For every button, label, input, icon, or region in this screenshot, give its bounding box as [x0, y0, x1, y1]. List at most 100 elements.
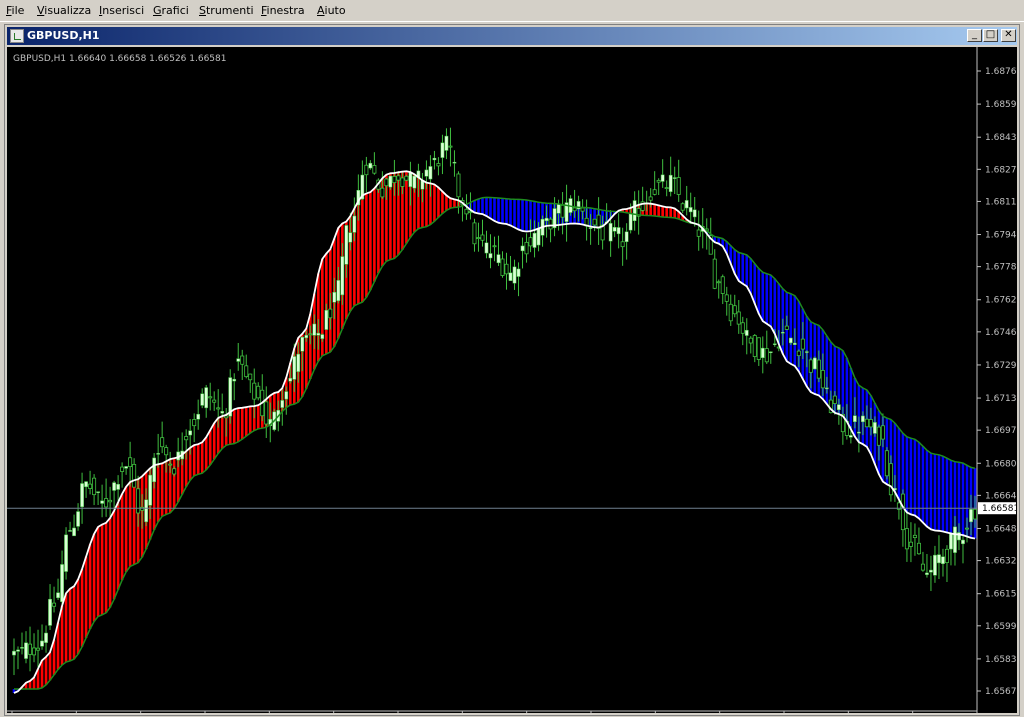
candle-body-bull — [148, 474, 152, 506]
minimize-icon[interactable]: _ — [967, 29, 982, 42]
candle-body-bear — [256, 385, 261, 399]
candle-body-bull — [200, 393, 205, 406]
candle-body-bull — [60, 564, 64, 602]
candle-body-bull — [672, 177, 677, 179]
candle-body-bull — [953, 526, 957, 553]
candle-body-bear — [448, 145, 453, 148]
candle-body-bull — [536, 228, 541, 246]
candle-body-bull — [925, 572, 929, 575]
candle-body-bull — [288, 377, 293, 382]
candle-body-bear — [944, 548, 949, 563]
candle-body-bear — [800, 338, 805, 350]
candle-body-bear — [904, 528, 909, 550]
candle-body-bear — [920, 563, 925, 571]
candle-body-bear — [492, 245, 497, 248]
candle-body-bull — [684, 200, 689, 209]
candle-body-bear — [748, 337, 753, 344]
candle-body-bear — [32, 647, 37, 656]
candle-body-bear — [36, 647, 41, 651]
close-icon[interactable]: ✕ — [1001, 29, 1016, 42]
menu-strumenti[interactable]: Strumenti — [199, 4, 254, 17]
candle-body-bear — [132, 463, 137, 488]
candle-body-bull — [124, 466, 128, 469]
y-tick-label: 1.67620 — [985, 296, 1017, 306]
candle-body-bull — [616, 227, 621, 235]
candle-body-bear — [104, 498, 109, 508]
candle-body-bull — [324, 310, 329, 330]
candle-body-bull — [768, 351, 773, 354]
candle-body-bear — [500, 258, 505, 276]
candle-body-bear — [28, 643, 33, 655]
candle-body-bull — [196, 413, 201, 420]
candle-body-bull — [232, 378, 237, 382]
candle-body-bull — [804, 351, 809, 353]
candle-body-bull — [532, 232, 537, 248]
candle-body-bull — [520, 245, 525, 252]
candle-body-bear — [164, 447, 169, 456]
candle-body-bull — [56, 592, 60, 599]
y-tick-label: 1.66155 — [985, 590, 1017, 600]
y-tick-label: 1.67460 — [985, 328, 1017, 338]
candle-body-bull — [316, 332, 321, 336]
restore-icon[interactable]: □ — [983, 29, 998, 42]
candle-body-bear — [756, 337, 761, 360]
candle-body-bear — [796, 350, 801, 357]
y-tick-label: 1.65670 — [985, 687, 1017, 697]
candle-body-bear — [468, 211, 473, 214]
candle-body-bull — [388, 175, 393, 188]
candle-body-bear — [172, 468, 177, 475]
candle-body-bull — [824, 387, 829, 390]
price-chart[interactable]: 1.68760 1.68595 1.68430 1.68270 1.68110 1.679… — [7, 47, 1017, 713]
candle-body-bull — [588, 227, 593, 229]
candle-body-bull — [348, 232, 353, 243]
candle-body-bear — [208, 396, 213, 399]
candle-body-bull — [688, 207, 693, 213]
menu-finestra[interactable]: Finestra — [261, 4, 305, 17]
candle-body-bull — [428, 166, 433, 180]
candle-body-bear — [248, 373, 253, 381]
y-tick-label: 1.68110 — [985, 197, 1017, 207]
candle-body-bull — [668, 174, 673, 192]
candle-body-bull — [412, 175, 417, 189]
candle-body-bull — [72, 527, 76, 537]
menu-inserisci[interactable]: Inserisci — [99, 4, 144, 17]
candle-body-bull — [612, 227, 617, 232]
window-titlebar[interactable]: GBPUSD,H1 _ □ ✕ — [7, 27, 1017, 45]
candle-body-bear — [88, 483, 93, 489]
chart-window-icon[interactable] — [10, 29, 24, 43]
candle-body-bull — [744, 329, 749, 336]
menu-aiuto[interactable]: Aiuto — [317, 4, 346, 17]
candle-body-bull — [40, 640, 44, 647]
candle-body-bear — [528, 237, 533, 247]
y-tick-label: 1.66805 — [985, 459, 1017, 469]
candle-body-bear — [752, 335, 757, 357]
candle-body-bull — [204, 387, 209, 409]
candle-body-bear — [736, 311, 741, 325]
y-tick-label: 1.66970 — [985, 426, 1017, 436]
menu-file[interactable]: File — [6, 4, 24, 17]
candle-body-bear — [92, 477, 97, 496]
candle-body-bull — [949, 533, 953, 550]
candle-body-bear — [244, 365, 249, 378]
symbol-ohlc-label: GBPUSD,H1 1.66640 1.66658 1.66526 1.6658… — [13, 54, 226, 64]
candle-body-bull — [24, 642, 28, 659]
candle-body-bull — [292, 356, 297, 380]
candle-body-bear — [108, 499, 113, 503]
candle-body-bull — [788, 337, 793, 344]
candle-body-bear — [212, 399, 217, 403]
candle-body-bear — [816, 359, 821, 379]
candle-body-bear — [504, 263, 509, 275]
candle-body-bull — [792, 342, 797, 345]
candle-body-bear — [192, 419, 197, 427]
candle-body-bear — [652, 189, 657, 195]
candle-body-bull — [332, 292, 337, 303]
y-tick-label: 1.65995 — [985, 622, 1017, 632]
chart-area[interactable]: 1.68760 1.68595 1.68430 1.68270 1.68110 1.679… — [7, 47, 1017, 713]
candle-body-bear — [696, 229, 701, 237]
menu-visualizza[interactable]: Visualizza — [37, 4, 91, 17]
candle-body-bull — [116, 483, 120, 490]
candle-body-bear — [880, 425, 885, 440]
menu-grafici[interactable]: Grafici — [153, 4, 189, 17]
candle-body-bull — [544, 217, 549, 222]
candle-body-bear — [392, 175, 397, 184]
